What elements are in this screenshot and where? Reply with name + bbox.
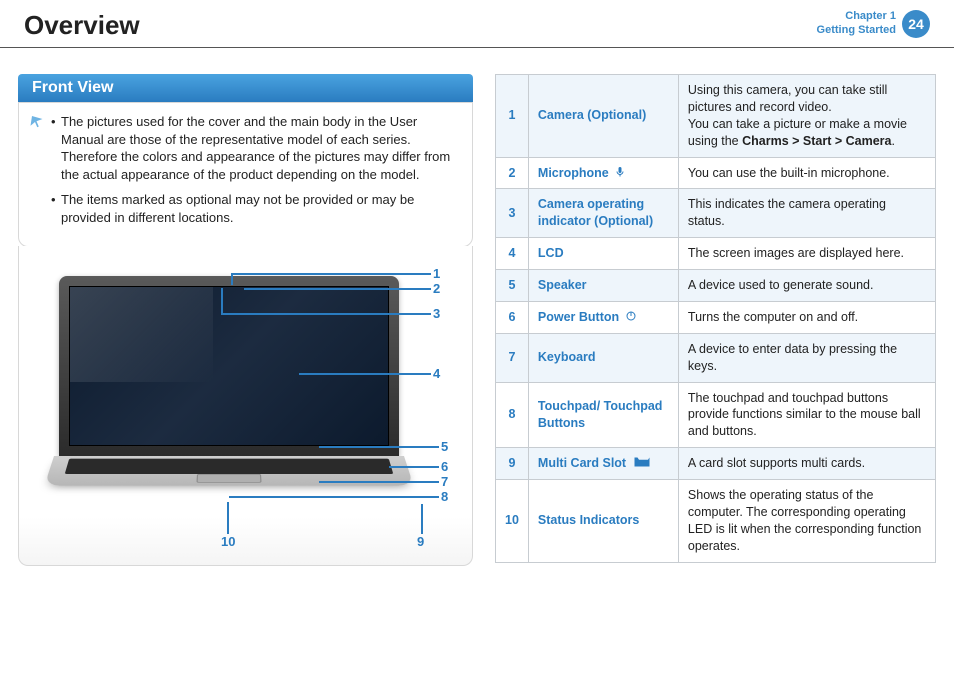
part-description: You can use the built-in microphone. bbox=[678, 157, 935, 189]
note-item: The items marked as optional may not be … bbox=[33, 191, 458, 226]
part-description: Using this camera, you can take still pi… bbox=[678, 75, 935, 158]
table-row: 10Status IndicatorsShows the operating s… bbox=[496, 480, 936, 563]
leader-line bbox=[221, 313, 431, 315]
table-row: 8Touchpad/ Touchpad ButtonsThe touchpad … bbox=[496, 382, 936, 448]
part-description: Shows the operating status of the comput… bbox=[678, 480, 935, 563]
leader-line bbox=[421, 504, 423, 534]
page-title: Overview bbox=[24, 10, 140, 41]
part-label: Power Button bbox=[528, 301, 678, 333]
table-row: 7KeyboardA device to enter data by press… bbox=[496, 333, 936, 382]
left-column: Front View The pictures used for the cov… bbox=[18, 74, 473, 566]
part-label: Status Indicators bbox=[528, 480, 678, 563]
leader-line bbox=[319, 481, 439, 483]
part-description: A device to enter data by pressing the k… bbox=[678, 333, 935, 382]
callout-5: 5 bbox=[441, 439, 448, 454]
callout-2: 2 bbox=[433, 281, 440, 296]
part-label: Speaker bbox=[528, 270, 678, 302]
chapter-text: Chapter 1 Getting Started bbox=[817, 10, 896, 38]
leader-line bbox=[319, 446, 439, 448]
part-number: 8 bbox=[496, 382, 529, 448]
sd-icon bbox=[630, 456, 652, 470]
part-label: Microphone bbox=[528, 157, 678, 189]
chapter-line2: Getting Started bbox=[817, 24, 896, 38]
power-icon bbox=[623, 310, 637, 324]
laptop-illustration bbox=[59, 276, 399, 498]
part-description: A card slot supports multi cards. bbox=[678, 448, 935, 480]
part-number: 5 bbox=[496, 270, 529, 302]
page-header: Overview Chapter 1 Getting Started 24 bbox=[0, 0, 954, 48]
part-description: The touchpad and touchpad buttons provid… bbox=[678, 382, 935, 448]
part-description: Turns the computer on and off. bbox=[678, 301, 935, 333]
leader-line bbox=[227, 502, 229, 534]
laptop-diagram: 1 2 3 4 5 6 7 8 9 10 bbox=[18, 246, 473, 566]
table-row: 5SpeakerA device used to generate sound. bbox=[496, 270, 936, 302]
part-description: This indicates the camera operating stat… bbox=[678, 189, 935, 238]
callout-8: 8 bbox=[441, 489, 448, 504]
note-list: The pictures used for the cover and the … bbox=[33, 113, 458, 226]
callout-4: 4 bbox=[433, 366, 440, 381]
callout-3: 3 bbox=[433, 306, 440, 321]
leader-line bbox=[229, 496, 439, 498]
callout-1: 1 bbox=[433, 266, 440, 281]
table-row: 2Microphone You can use the built-in mic… bbox=[496, 157, 936, 189]
leader-line bbox=[231, 273, 233, 285]
part-number: 4 bbox=[496, 238, 529, 270]
part-number: 6 bbox=[496, 301, 529, 333]
callout-6: 6 bbox=[441, 459, 448, 474]
note-icon bbox=[29, 113, 47, 131]
laptop-screen-bezel bbox=[59, 276, 399, 456]
chapter-line1: Chapter 1 bbox=[817, 10, 896, 24]
table-row: 1Camera (Optional)Using this camera, you… bbox=[496, 75, 936, 158]
parts-table: 1Camera (Optional)Using this camera, you… bbox=[495, 74, 936, 563]
part-number: 7 bbox=[496, 333, 529, 382]
callout-9: 9 bbox=[417, 534, 424, 549]
laptop-screen bbox=[69, 286, 389, 446]
part-label: Multi Card Slot bbox=[528, 448, 678, 480]
section-heading: Front View bbox=[18, 74, 473, 102]
part-number: 1 bbox=[496, 75, 529, 158]
leader-line bbox=[231, 273, 431, 275]
note-box: The pictures used for the cover and the … bbox=[18, 102, 473, 247]
table-row: 3Camera operating indicator (Optional)Th… bbox=[496, 189, 936, 238]
part-number: 3 bbox=[496, 189, 529, 238]
leader-line bbox=[299, 373, 431, 375]
part-label: Camera operating indicator (Optional) bbox=[528, 189, 678, 238]
part-description: The screen images are displayed here. bbox=[678, 238, 935, 270]
part-number: 9 bbox=[496, 448, 529, 480]
table-row: 4LCDThe screen images are displayed here… bbox=[496, 238, 936, 270]
page-number-badge: 24 bbox=[902, 10, 930, 38]
part-label: LCD bbox=[528, 238, 678, 270]
part-number: 10 bbox=[496, 480, 529, 563]
part-label: Touchpad/ Touchpad Buttons bbox=[528, 382, 678, 448]
table-row: 6Power Button Turns the computer on and … bbox=[496, 301, 936, 333]
part-label: Camera (Optional) bbox=[528, 75, 678, 158]
part-number: 2 bbox=[496, 157, 529, 189]
note-item: The pictures used for the cover and the … bbox=[33, 113, 458, 183]
part-description: A device used to generate sound. bbox=[678, 270, 935, 302]
note-text: The items marked as optional may not be … bbox=[61, 192, 414, 225]
leader-line bbox=[389, 466, 439, 468]
table-row: 9Multi Card Slot A card slot supports mu… bbox=[496, 448, 936, 480]
callout-7: 7 bbox=[441, 474, 448, 489]
leader-line bbox=[244, 288, 431, 290]
microphone-icon bbox=[612, 166, 626, 180]
chapter-block: Chapter 1 Getting Started 24 bbox=[817, 10, 930, 38]
right-column: 1Camera (Optional)Using this camera, you… bbox=[495, 74, 936, 566]
note-text: The pictures used for the cover and the … bbox=[61, 114, 450, 182]
part-label: Keyboard bbox=[528, 333, 678, 382]
leader-line bbox=[221, 288, 223, 314]
callout-10: 10 bbox=[221, 534, 235, 549]
content-area: Front View The pictures used for the cov… bbox=[0, 48, 954, 566]
